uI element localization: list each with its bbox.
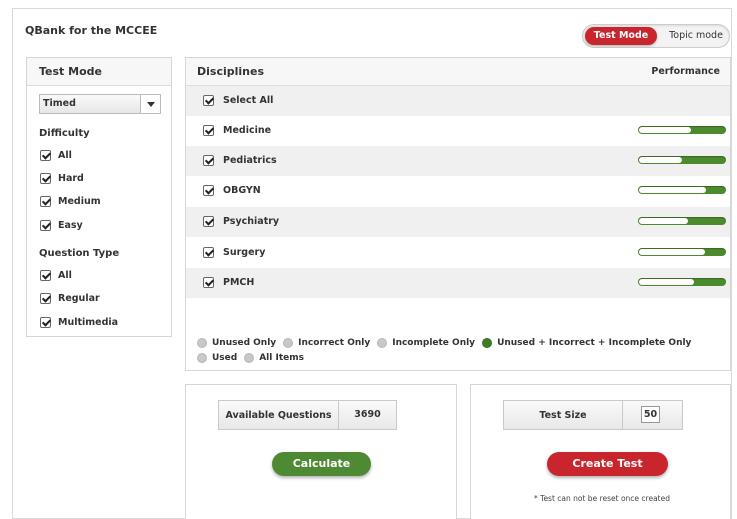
checkbox-checked-icon[interactable] xyxy=(203,277,214,288)
discipline-row[interactable]: Psychiatry xyxy=(186,207,730,237)
checkbox-label: All xyxy=(58,269,72,281)
checkbox-checked-icon[interactable] xyxy=(203,125,214,136)
filter-incomplete-only[interactable]: Incomplete Only xyxy=(377,338,475,348)
checkbox-checked-icon[interactable] xyxy=(203,216,214,227)
question-type-multimedia-checkbox[interactable]: Multimedia xyxy=(40,315,118,329)
checkbox-label: Medium xyxy=(58,195,101,207)
difficulty-all-checkbox[interactable]: All xyxy=(40,148,72,162)
question-filter-row: Unused Only Incorrect Only Incomplete On… xyxy=(197,336,698,350)
discipline-row[interactable]: Medicine xyxy=(186,116,730,146)
disciplines-heading: Disciplines xyxy=(197,65,264,78)
performance-bar-fill xyxy=(639,157,682,163)
select-all-row[interactable]: Select All xyxy=(186,86,730,116)
radio-icon[interactable] xyxy=(283,338,294,348)
checkbox-checked-icon[interactable] xyxy=(40,172,51,184)
topic-mode-button[interactable]: Topic mode xyxy=(665,27,727,45)
radio-icon[interactable] xyxy=(197,338,207,348)
performance-bar-fill xyxy=(639,279,694,285)
checkbox-checked-icon[interactable] xyxy=(203,95,214,106)
discipline-label: Pediatrics xyxy=(223,155,277,166)
difficulty-medium-checkbox[interactable]: Medium xyxy=(40,194,101,208)
checkbox-checked-icon[interactable] xyxy=(40,292,51,304)
create-test-button[interactable]: Create Test xyxy=(547,452,668,476)
test-size-label: Test Size xyxy=(539,409,587,421)
difficulty-easy-checkbox[interactable]: Easy xyxy=(40,218,83,232)
difficulty-heading: Difficulty xyxy=(39,128,90,139)
disciplines-header: Disciplines Performance xyxy=(186,58,730,86)
radio-icon[interactable] xyxy=(377,338,388,348)
filter-unused-only[interactable]: Unused Only xyxy=(197,338,276,348)
discipline-label: Surgery xyxy=(223,247,266,258)
discipline-row[interactable]: OBGYN xyxy=(186,176,730,206)
performance-bar xyxy=(638,278,726,286)
performance-bar xyxy=(638,217,726,225)
performance-bar xyxy=(638,126,726,134)
radio-label: All Items xyxy=(259,353,304,363)
radio-selected-icon[interactable] xyxy=(482,338,493,348)
test-mode-button[interactable]: Test Mode xyxy=(585,27,657,45)
filter-all-items[interactable]: All Items xyxy=(244,353,304,363)
available-questions-label: Available Questions xyxy=(225,409,332,421)
checkbox-label: Hard xyxy=(58,172,84,184)
radio-icon[interactable] xyxy=(244,353,255,363)
question-type-heading: Question Type xyxy=(39,248,120,259)
checkbox-label: Regular xyxy=(58,292,100,304)
checkbox-checked-icon[interactable] xyxy=(203,155,214,166)
radio-label: Used xyxy=(212,353,238,363)
radio-label: Unused + Incorrect + Incomplete Only xyxy=(497,338,692,348)
select-all-label: Select All xyxy=(223,95,274,106)
performance-bar-fill xyxy=(639,187,706,193)
test-mode-select[interactable]: Timed xyxy=(39,94,161,114)
checkbox-checked-icon[interactable] xyxy=(203,185,214,196)
performance-bar xyxy=(638,186,726,194)
available-questions-value: 3690 xyxy=(338,401,396,429)
checkbox-label: Multimedia xyxy=(58,316,119,328)
performance-bar xyxy=(638,156,726,164)
performance-bar-fill xyxy=(639,127,691,133)
checkbox-checked-icon[interactable] xyxy=(40,316,51,328)
disciplines-panel: Disciplines Performance Select All Medic… xyxy=(185,57,731,371)
performance-heading: Performance xyxy=(651,66,720,77)
radio-label: Incorrect Only xyxy=(298,338,371,348)
discipline-row[interactable]: PMCH xyxy=(186,268,730,298)
calculate-button[interactable]: Calculate xyxy=(272,452,371,476)
checkbox-checked-icon[interactable] xyxy=(40,219,51,231)
create-test-note: * Test can not be reset once created xyxy=(534,494,670,503)
filter-used[interactable]: Used xyxy=(197,353,237,363)
radio-label: Unused Only xyxy=(212,338,277,348)
checkbox-checked-icon[interactable] xyxy=(40,195,51,207)
checkbox-label: All xyxy=(58,149,72,161)
performance-bar xyxy=(638,248,726,256)
question-type-regular-checkbox[interactable]: Regular xyxy=(40,291,100,305)
discipline-label: PMCH xyxy=(223,277,255,288)
test-mode-select-value: Timed xyxy=(43,98,76,109)
discipline-label: Medicine xyxy=(223,125,272,136)
checkbox-checked-icon[interactable] xyxy=(40,269,51,281)
test-mode-heading: Test Mode xyxy=(27,58,171,86)
performance-bar-fill xyxy=(639,249,705,255)
discipline-label: OBGYN xyxy=(223,185,261,196)
discipline-row[interactable]: Surgery xyxy=(186,238,730,268)
difficulty-hard-checkbox[interactable]: Hard xyxy=(40,171,84,185)
app-title: QBank for the MCCEE xyxy=(25,24,158,37)
radio-icon[interactable] xyxy=(197,353,207,363)
checkbox-checked-icon[interactable] xyxy=(203,247,214,258)
checkbox-checked-icon[interactable] xyxy=(40,149,51,161)
mode-toggle[interactable]: Test Mode Topic mode xyxy=(582,24,730,48)
question-filter-row: Used All Items xyxy=(197,351,311,365)
checkbox-label: Easy xyxy=(58,219,83,231)
filter-incorrect-only[interactable]: Incorrect Only xyxy=(283,338,370,348)
discipline-row[interactable]: Pediatrics xyxy=(186,146,730,176)
radio-label: Incomplete Only xyxy=(392,338,476,348)
available-questions-box: Available Questions 3690 xyxy=(218,400,397,430)
performance-bar-fill xyxy=(639,218,688,224)
question-type-all-checkbox[interactable]: All xyxy=(40,268,72,282)
chevron-down-icon[interactable] xyxy=(140,95,160,113)
test-settings-panel: Test Mode Timed Difficulty All Hard Medi… xyxy=(26,57,172,337)
discipline-label: Psychiatry xyxy=(223,216,280,227)
filter-unused-incorrect-incomplete[interactable]: Unused + Incorrect + Incomplete Only xyxy=(482,338,691,348)
test-size-input[interactable] xyxy=(641,406,660,423)
